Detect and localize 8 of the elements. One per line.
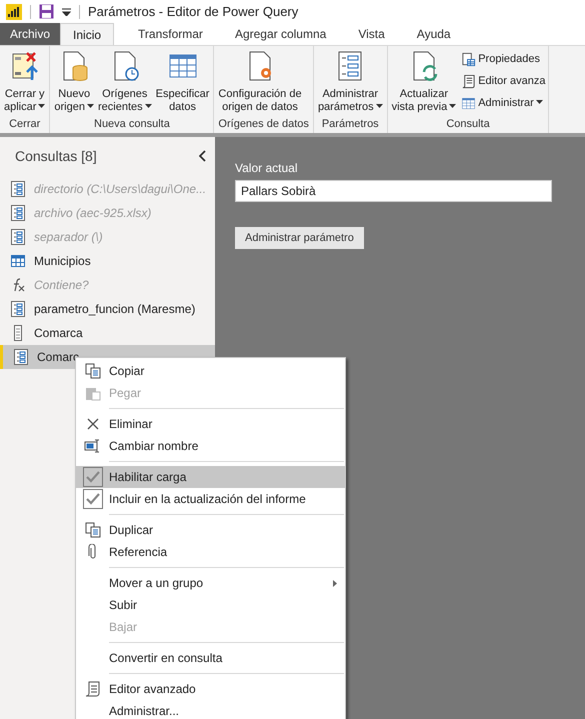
field-label: Valor actual [235,160,298,177]
ribbon-group-label: Parámetros [320,117,380,132]
ribbon-group-label: Nueva consulta [93,117,171,132]
ribbon-group-label: Cerrar [8,117,42,132]
ribbon-group-label: Consulta [445,117,491,132]
queries-title: Consultas [8] [15,146,97,166]
window-title: Parámetros - Editor de Power Query [88,2,298,21]
ribbon-group-label: Orígenes de datos [217,117,310,132]
